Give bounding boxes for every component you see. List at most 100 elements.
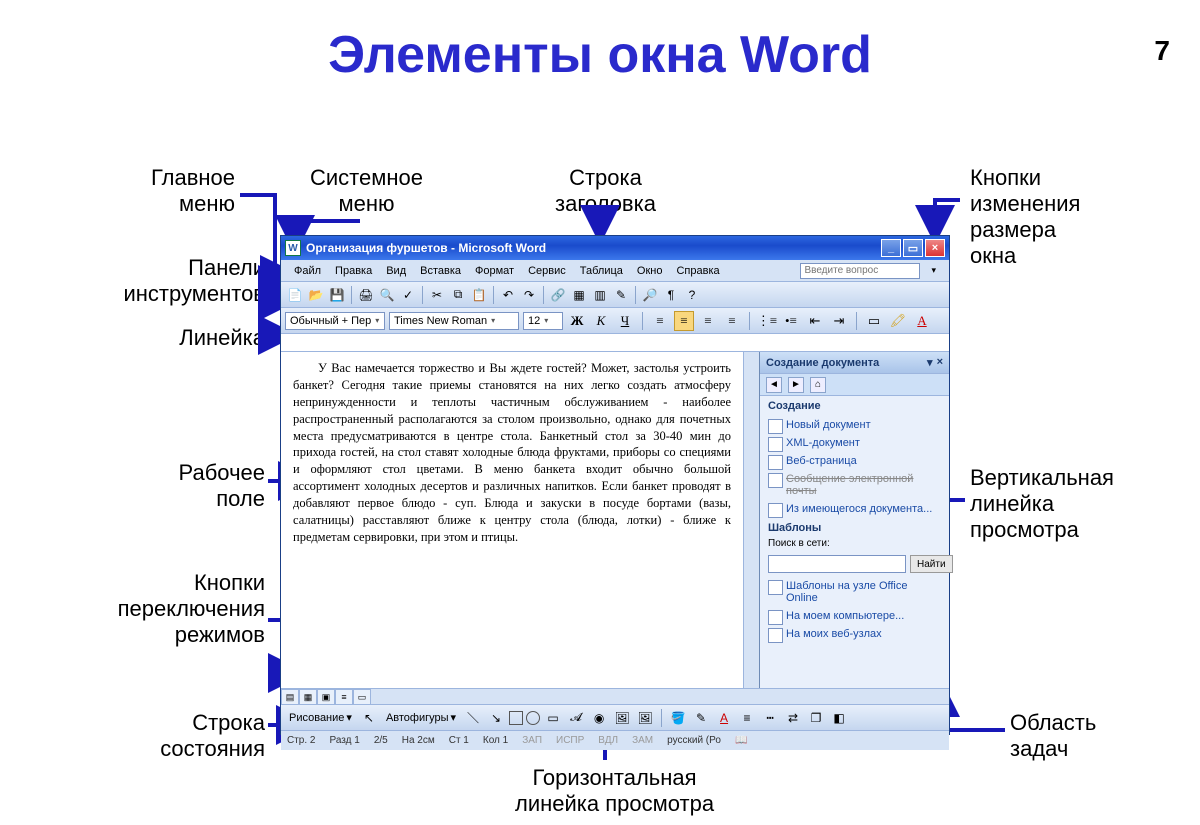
tp-link-new-doc[interactable]: Новый документ bbox=[760, 416, 949, 434]
style-combo[interactable]: Обычный + Пер▾ bbox=[285, 312, 385, 330]
textbox-icon[interactable]: ▭ bbox=[543, 708, 563, 728]
tp-search-input[interactable] bbox=[768, 555, 906, 573]
help-icon[interactable]: ? bbox=[682, 285, 702, 305]
line-style-icon[interactable]: ≡ bbox=[737, 708, 757, 728]
menu-help[interactable]: Справка bbox=[669, 263, 726, 279]
status-rec[interactable]: ЗАП bbox=[522, 735, 542, 746]
align-right-icon[interactable]: ≡ bbox=[698, 311, 718, 331]
status-trk[interactable]: ИСПР bbox=[556, 735, 584, 746]
line-icon[interactable]: ＼ bbox=[463, 708, 483, 728]
tp-link-my-sites[interactable]: На моих веб-узлах bbox=[760, 625, 949, 643]
view-print-icon[interactable]: ▣ bbox=[317, 689, 335, 705]
horizontal-scrollbar[interactable] bbox=[371, 689, 949, 704]
size-combo[interactable]: 12▾ bbox=[523, 312, 563, 330]
font-color2-icon[interactable]: A bbox=[714, 708, 734, 728]
open-icon[interactable]: 📂 bbox=[306, 285, 326, 305]
view-normal-icon[interactable]: ▤ bbox=[281, 689, 299, 705]
save-icon[interactable]: 💾 bbox=[327, 285, 347, 305]
numbering-icon[interactable]: ⋮≡ bbox=[757, 311, 777, 331]
italic-button[interactable]: К bbox=[591, 311, 611, 331]
align-center-icon[interactable]: ≡ bbox=[674, 311, 694, 331]
bullets-icon[interactable]: •≡ bbox=[781, 311, 801, 331]
status-book-icon[interactable]: 📖 bbox=[735, 735, 747, 746]
para-icon[interactable]: ¶ bbox=[661, 285, 681, 305]
menu-insert[interactable]: Вставка bbox=[413, 263, 468, 279]
status-ovr[interactable]: ЗАМ bbox=[632, 735, 653, 746]
view-outline-icon[interactable]: ≡ bbox=[335, 689, 353, 705]
ask-dropdown-icon[interactable]: ▾ bbox=[924, 263, 943, 278]
menu-tools[interactable]: Сервис bbox=[521, 263, 573, 279]
copy-icon[interactable]: ⧉ bbox=[448, 285, 468, 305]
tp-link-xml-doc[interactable]: XML-документ bbox=[760, 434, 949, 452]
autoshapes-menu[interactable]: Автофигуры ▾ bbox=[382, 708, 460, 728]
close-button[interactable]: × bbox=[925, 239, 945, 257]
3d-icon[interactable]: ◧ bbox=[829, 708, 849, 728]
clipart-icon[interactable]: 🖼 bbox=[612, 708, 632, 728]
tp-link-email[interactable]: Сообщение электронной почты bbox=[760, 470, 949, 500]
oval-icon[interactable] bbox=[526, 711, 540, 725]
zoom-icon[interactable]: 🔎 bbox=[640, 285, 660, 305]
diagram-icon[interactable]: ◉ bbox=[589, 708, 609, 728]
nav-fwd-icon[interactable]: ► bbox=[788, 377, 804, 393]
fill-color-icon[interactable]: 🪣 bbox=[668, 708, 688, 728]
taskpane-title[interactable]: Создание документа ▾× bbox=[760, 352, 949, 374]
status-lang[interactable]: русский (Ро bbox=[667, 735, 721, 746]
document-area[interactable]: У Вас намечается торжество и Вы ждете го… bbox=[281, 352, 743, 688]
ask-question-input[interactable] bbox=[800, 263, 920, 279]
ruler[interactable] bbox=[281, 334, 949, 352]
view-reading-icon[interactable]: ▭ bbox=[353, 689, 371, 705]
bold-button[interactable]: Ж bbox=[567, 311, 587, 331]
tp-link-from-existing[interactable]: Из имеющегося документа... bbox=[760, 500, 949, 518]
font-combo[interactable]: Times New Roman▾ bbox=[389, 312, 519, 330]
minimize-button[interactable]: _ bbox=[881, 239, 901, 257]
maximize-button[interactable]: ▭ bbox=[903, 239, 923, 257]
columns-icon[interactable]: ▥ bbox=[590, 285, 610, 305]
select-icon[interactable]: ↖ bbox=[359, 708, 379, 728]
cut-icon[interactable]: ✂ bbox=[427, 285, 447, 305]
tp-link-web-page[interactable]: Веб-страница bbox=[760, 452, 949, 470]
nav-back-icon[interactable]: ◄ bbox=[766, 377, 782, 393]
status-ext[interactable]: ВДЛ bbox=[598, 735, 618, 746]
wordart-icon[interactable]: 𝓐 bbox=[566, 708, 586, 728]
justify-icon[interactable]: ≡ bbox=[722, 311, 742, 331]
indent-icon[interactable]: ⇥ bbox=[829, 311, 849, 331]
undo-icon[interactable]: ↶ bbox=[498, 285, 518, 305]
app-icon[interactable]: W bbox=[285, 240, 301, 256]
tp-search-button[interactable]: Найти bbox=[910, 555, 953, 573]
tp-link-my-computer[interactable]: На моем компьютере... bbox=[760, 607, 949, 625]
taskpane-close-icon[interactable]: × bbox=[937, 356, 943, 369]
arrow-icon[interactable]: ↘ bbox=[486, 708, 506, 728]
vertical-scrollbar[interactable] bbox=[743, 352, 759, 688]
border-icon[interactable]: ▭ bbox=[864, 311, 884, 331]
picture-icon[interactable]: 🖼 bbox=[635, 708, 655, 728]
view-web-icon[interactable]: ▦ bbox=[299, 689, 317, 705]
drawing-icon[interactable]: ✎ bbox=[611, 285, 631, 305]
redo-icon[interactable]: ↷ bbox=[519, 285, 539, 305]
nav-home-icon[interactable]: ⌂ bbox=[810, 377, 826, 393]
taskpane-dropdown-icon[interactable]: ▾ bbox=[927, 356, 933, 369]
paste-icon[interactable]: 📋 bbox=[469, 285, 489, 305]
dash-style-icon[interactable]: ┅ bbox=[760, 708, 780, 728]
arrow-style-icon[interactable]: ⇄ bbox=[783, 708, 803, 728]
spell-icon[interactable]: ✓ bbox=[398, 285, 418, 305]
line-color-icon[interactable]: ✎ bbox=[691, 708, 711, 728]
draw-menu[interactable]: Рисование ▾ bbox=[285, 708, 356, 728]
outdent-icon[interactable]: ⇤ bbox=[805, 311, 825, 331]
print-icon[interactable]: 🖨 bbox=[356, 285, 376, 305]
rect-icon[interactable] bbox=[509, 711, 523, 725]
highlight-icon[interactable]: 🖍 bbox=[888, 311, 908, 331]
table-icon[interactable]: ▦ bbox=[569, 285, 589, 305]
font-color-icon[interactable]: A bbox=[912, 311, 932, 331]
link-icon[interactable]: 🔗 bbox=[548, 285, 568, 305]
menu-window[interactable]: Окно bbox=[630, 263, 670, 279]
menu-table[interactable]: Таблица bbox=[573, 263, 630, 279]
shadow-icon[interactable]: ❐ bbox=[806, 708, 826, 728]
menu-file[interactable]: Файл bbox=[287, 263, 328, 279]
new-doc-icon[interactable]: 📄 bbox=[285, 285, 305, 305]
title-bar[interactable]: W Организация фуршетов - Microsoft Word … bbox=[281, 236, 949, 260]
tp-link-office-online[interactable]: Шаблоны на узле Office Online bbox=[760, 577, 949, 607]
align-left-icon[interactable]: ≡ bbox=[650, 311, 670, 331]
underline-button[interactable]: Ч bbox=[615, 311, 635, 331]
menu-edit[interactable]: Правка bbox=[328, 263, 379, 279]
preview-icon[interactable]: 🔍 bbox=[377, 285, 397, 305]
